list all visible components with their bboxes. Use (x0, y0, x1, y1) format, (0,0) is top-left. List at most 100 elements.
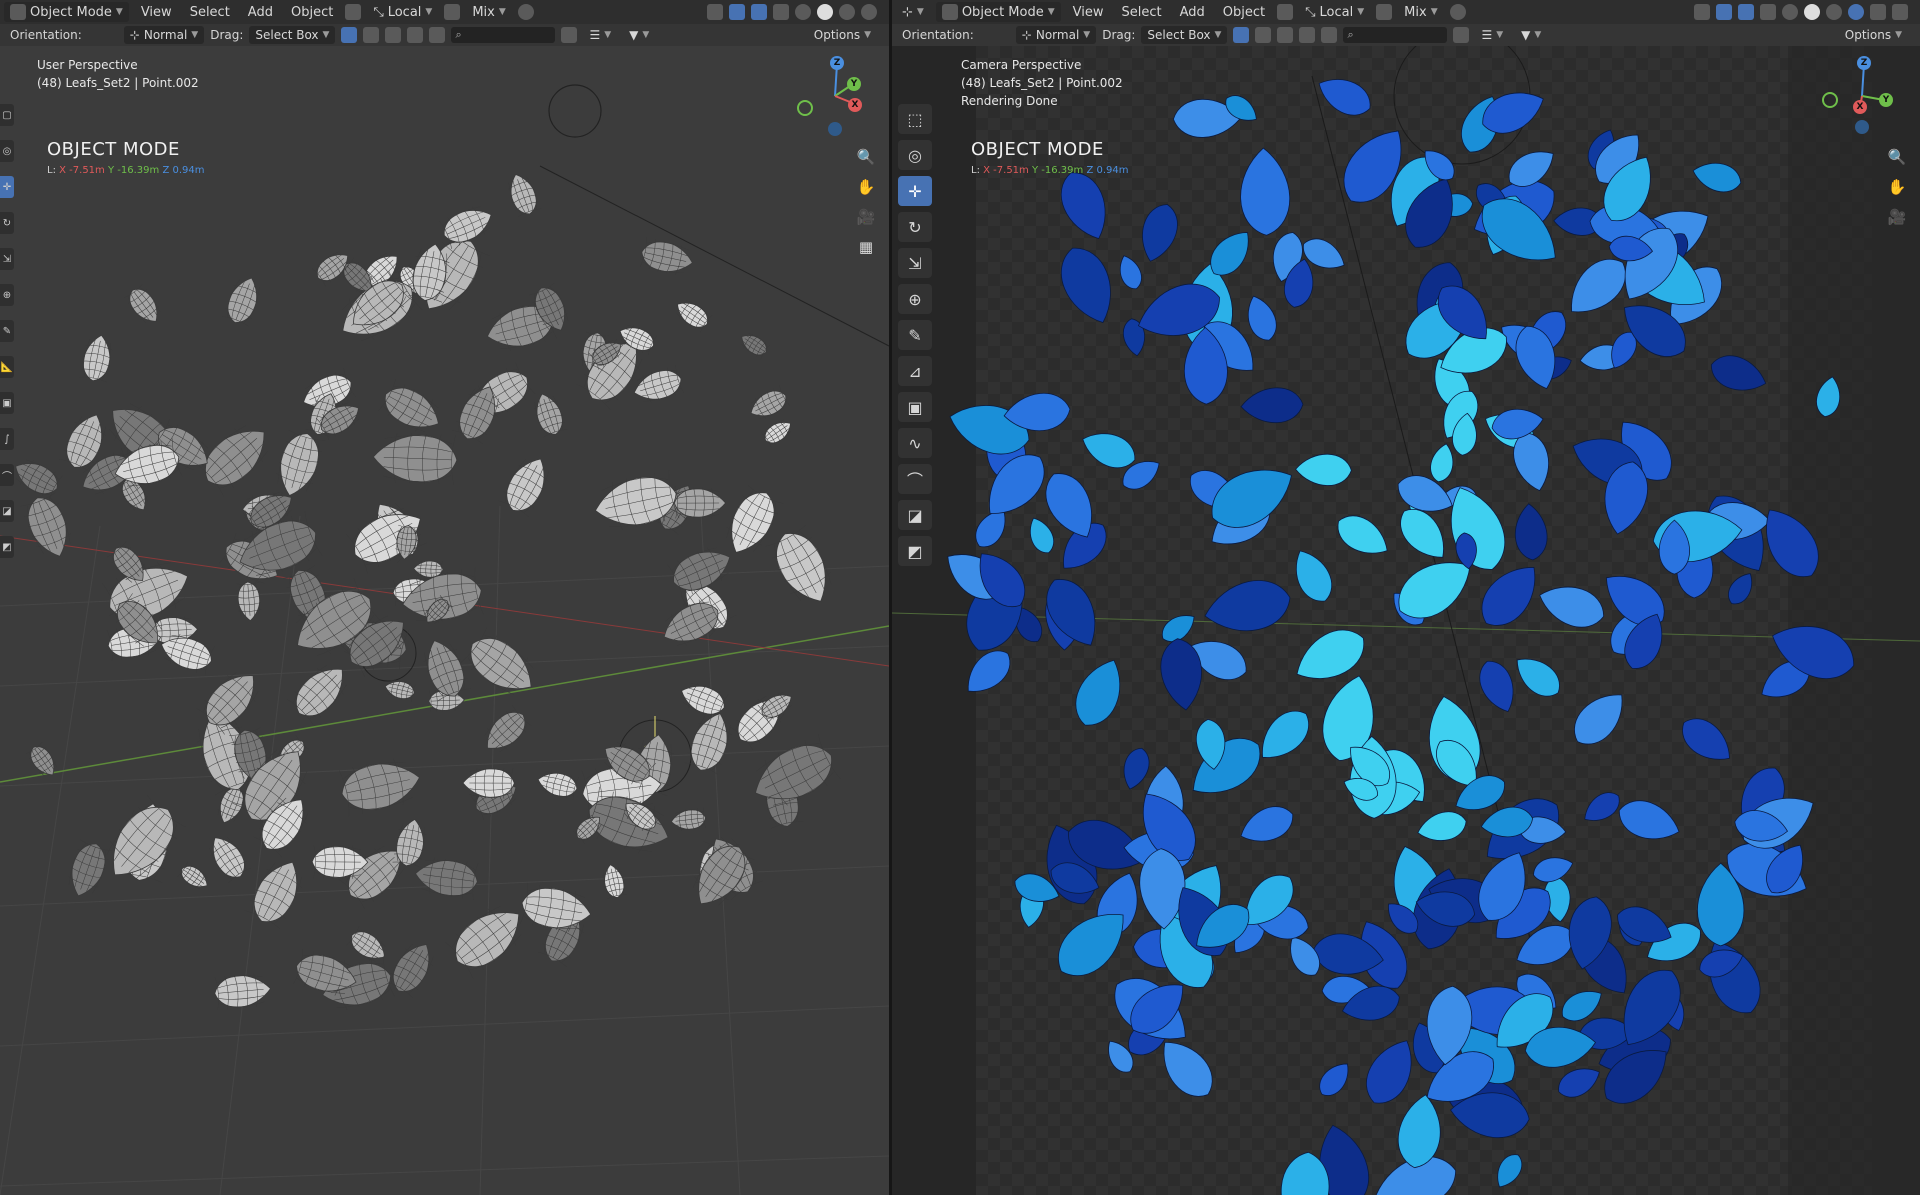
options-button[interactable]: Options ▼ (808, 26, 877, 44)
select-mode-extend-icon[interactable] (363, 27, 380, 43)
mode-dropdown[interactable]: Object Mode ▼ (4, 2, 129, 22)
shading-wireframe-icon[interactable] (1782, 4, 1798, 20)
outliner-filter-dropdown[interactable]: ☰ ▼ (583, 26, 617, 44)
proportional-dropdown[interactable]: Mix ▼ (1398, 3, 1443, 22)
overlay-icon[interactable] (1738, 4, 1754, 20)
filter-dropdown[interactable]: ▼ ▼ (623, 26, 655, 44)
menu-object[interactable]: Object (285, 3, 339, 22)
viewport-right[interactable]: ⊹ ▼ Object Mode ▼ View Select Add Object ⤡… (892, 0, 1920, 1195)
drag-dropdown[interactable]: Select Box ▼ (1141, 26, 1228, 44)
menu-view[interactable]: View (135, 3, 178, 22)
options-button[interactable]: Options ▼ (1839, 26, 1908, 44)
draw-icon[interactable]: ∿ (898, 428, 932, 458)
gizmo-icon[interactable] (729, 4, 745, 20)
select-mode-subtract-icon[interactable] (1277, 27, 1294, 43)
shading-rendered-icon[interactable] (1848, 4, 1864, 20)
select-box-icon[interactable]: ▢ (0, 104, 14, 126)
search-input[interactable]: ⌕ (451, 27, 556, 43)
select-mode-intersect-icon[interactable] (429, 27, 446, 43)
curve-icon[interactable]: ⌒ (0, 464, 14, 486)
gizmo-neg-y[interactable] (797, 100, 813, 116)
xray-icon[interactable] (1760, 4, 1776, 20)
proportional-dropdown[interactable]: Mix ▼ (466, 3, 511, 22)
shading-material-icon[interactable] (839, 4, 855, 20)
pan-hand-icon[interactable]: ✋ (855, 176, 877, 198)
close-area-icon[interactable] (1892, 4, 1908, 20)
editor-type-dropdown[interactable]: ⊹ ▼ (896, 3, 930, 22)
select-mode-new-icon[interactable] (341, 27, 358, 43)
drag-dropdown[interactable]: Select Box ▼ (249, 26, 336, 44)
gizmo-y-axis[interactable]: Y (1879, 93, 1893, 107)
move-icon[interactable]: ✛ (898, 176, 932, 206)
annotate-icon[interactable]: ✎ (0, 320, 14, 342)
zoom-icon[interactable]: 🔍 (1886, 146, 1908, 168)
visibility-icon[interactable] (707, 4, 723, 20)
gizmo-z-axis[interactable]: Z (830, 56, 844, 70)
bevel-icon[interactable]: ◩ (0, 536, 14, 558)
menu-add[interactable]: Add (1174, 3, 1211, 22)
scale-icon[interactable]: ⇲ (0, 248, 14, 270)
viewport-left[interactable]: Object Mode ▼ View Select Add Object ⤡ Loc… (0, 0, 889, 1195)
pause-render-icon[interactable] (1870, 4, 1886, 20)
gizmo-neg-y[interactable] (1822, 92, 1838, 108)
shear-icon[interactable]: ◪ (898, 500, 932, 530)
camera-icon[interactable]: 🎥 (1886, 206, 1908, 228)
select-mode-invert-icon[interactable] (407, 27, 424, 43)
filter-toggle-icon[interactable] (1453, 27, 1470, 43)
shading-wireframe-icon[interactable] (795, 4, 811, 20)
menu-add[interactable]: Add (242, 3, 279, 22)
select-mode-intersect-icon[interactable] (1321, 27, 1338, 43)
gizmo-x-axis[interactable]: X (1853, 100, 1867, 114)
gizmo-neg-z[interactable] (828, 122, 842, 136)
select-mode-extend-icon[interactable] (1255, 27, 1272, 43)
select-mode-subtract-icon[interactable] (385, 27, 402, 43)
transform-space-dropdown[interactable]: ⤡ Local ▼ (1299, 3, 1370, 22)
measure-icon[interactable]: 📐 (0, 356, 14, 378)
select-box-icon[interactable]: ⬚ (898, 104, 932, 134)
overlay-icon[interactable] (751, 4, 767, 20)
measure-icon[interactable]: ⊿ (898, 356, 932, 386)
snap-icon[interactable] (345, 4, 362, 20)
shading-solid-icon[interactable] (1804, 4, 1820, 20)
filter-dropdown[interactable]: ▼ ▼ (1515, 26, 1547, 44)
filter-toggle-icon[interactable] (561, 27, 578, 43)
add-cube-icon[interactable]: ▣ (0, 392, 14, 414)
camera-icon[interactable]: 🎥 (855, 206, 877, 228)
mode-dropdown[interactable]: Object Mode ▼ (935, 2, 1061, 22)
select-mode-invert-icon[interactable] (1299, 27, 1316, 43)
viewport-canvas-right[interactable]: ⬚ ◎ ✛ ↻ ⇲ ⊕ ✎ ⊿ ▣ ∿ ⌒ ◪ ◩ Camera Perspec… (892, 46, 1920, 1195)
orientation-dropdown[interactable]: ⊹ Normal ▼ (123, 26, 205, 44)
pivot-icon[interactable] (444, 4, 461, 20)
pivot-icon[interactable] (1376, 4, 1393, 20)
transform-icon[interactable]: ⊕ (898, 284, 932, 314)
xray-icon[interactable] (773, 4, 789, 20)
select-mode-new-icon[interactable] (1233, 27, 1250, 43)
gizmo-y-axis[interactable]: Y (847, 77, 861, 91)
bevel-icon[interactable]: ◩ (898, 536, 932, 566)
gizmo-x-axis[interactable]: X (848, 98, 862, 112)
viewport-canvas-left[interactable]: ▢ ◎ ✛ ↻ ⇲ ⊕ ✎ 📐 ▣ ∫ ⌒ ◪ ◩ User Perspecti… (0, 46, 889, 1195)
orientation-dropdown[interactable]: ⊹ Normal ▼ (1015, 26, 1097, 44)
transform-space-dropdown[interactable]: ⤡ Local ▼ (367, 3, 438, 22)
cursor-icon[interactable]: ◎ (0, 140, 14, 162)
menu-view[interactable]: View (1067, 3, 1110, 22)
menu-select[interactable]: Select (184, 3, 236, 22)
proportional-edit-icon[interactable] (517, 4, 534, 20)
scale-icon[interactable]: ⇲ (898, 248, 932, 278)
annotate-icon[interactable]: ✎ (898, 320, 932, 350)
shear-icon[interactable]: ◪ (0, 500, 14, 522)
navigation-gizmo[interactable]: Z Y X (1822, 56, 1893, 136)
pan-hand-icon[interactable]: ✋ (1886, 176, 1908, 198)
cursor-icon[interactable]: ◎ (898, 140, 932, 170)
navigation-gizmo[interactable]: Z Y X (795, 56, 865, 136)
shading-material-icon[interactable] (1826, 4, 1842, 20)
rotate-icon[interactable]: ↻ (898, 212, 932, 242)
visibility-icon[interactable] (1694, 4, 1710, 20)
move-icon[interactable]: ✛ (0, 176, 14, 198)
shading-solid-icon[interactable] (817, 4, 833, 20)
menu-object[interactable]: Object (1217, 3, 1271, 22)
snap-icon[interactable] (1277, 4, 1294, 20)
menu-select[interactable]: Select (1116, 3, 1168, 22)
grid-icon[interactable]: ▦ (855, 236, 877, 258)
add-cube-icon[interactable]: ▣ (898, 392, 932, 422)
